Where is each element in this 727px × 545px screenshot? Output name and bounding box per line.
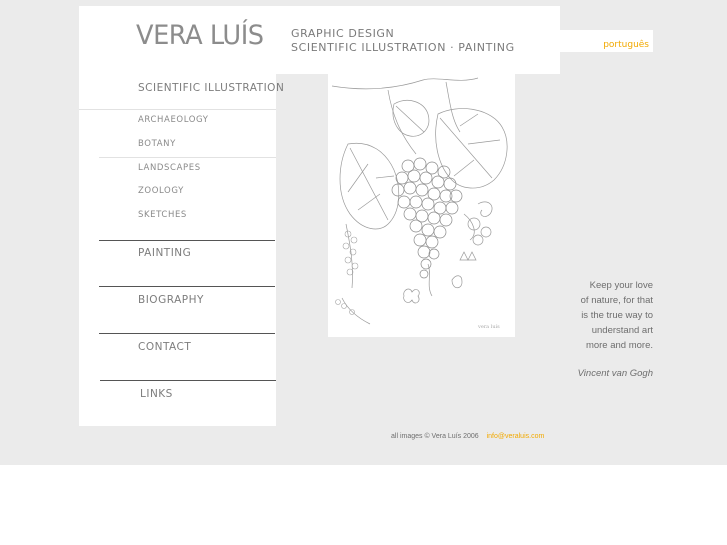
language-link-portuguese[interactable]: português: [603, 40, 649, 50]
nav-painting[interactable]: PAINTING: [138, 247, 191, 259]
site-logo-name[interactable]: VERA LUÍS: [136, 20, 264, 51]
nav-contact[interactable]: CONTACT: [138, 341, 191, 353]
language-switch-panel: português: [560, 30, 653, 52]
nav-sub-zoology[interactable]: ZOOLOGY: [138, 186, 184, 196]
quote-line: understand art: [591, 325, 653, 336]
tagline-line-2: SCIENTIFIC ILLUSTRATION · PAINTING: [291, 41, 515, 54]
tagline-line-1: GRAPHIC DESIGN: [291, 27, 395, 40]
nav-sub-botany[interactable]: BOTANY: [138, 139, 176, 149]
quote-author: Vincent van Gogh: [577, 368, 653, 379]
copyright-text: all images © Vera Luís 2006: [391, 433, 479, 440]
nav-sub-landscapes[interactable]: LANDSCAPES: [138, 163, 201, 173]
nav-sub-sketches[interactable]: SKETCHES: [138, 210, 187, 220]
quote-line: is the true way to: [581, 310, 653, 321]
sidebar-nav: SCIENTIFIC ILLUSTRATION ARCHAEOLOGY BOTA…: [79, 74, 284, 426]
grape-cluster: [391, 157, 463, 279]
grape-vine-drawing: vera luís: [331, 77, 508, 330]
nav-divider: [100, 380, 276, 381]
footer: all images © Vera Luís 2006 info@veralui…: [391, 433, 544, 440]
nav-biography[interactable]: BIOGRAPHY: [138, 294, 204, 306]
site-tagline: GRAPHIC DESIGN SCIENTIFIC ILLUSTRATION ·…: [291, 27, 515, 55]
quote-line: Keep your love: [589, 280, 653, 291]
quote-text: Keep your love of nature, for that is th…: [540, 278, 653, 353]
botanical-illustration: vera luís: [328, 74, 515, 337]
artwork-signature: vera luís: [477, 323, 500, 330]
nav-links[interactable]: LINKS: [140, 388, 173, 400]
nav-divider: [99, 333, 275, 334]
quote-line: more and more.: [585, 340, 653, 351]
nav-divider: [99, 286, 275, 287]
email-link[interactable]: info@veraluis.com: [487, 433, 545, 440]
nav-scientific-illustration[interactable]: SCIENTIFIC ILLUSTRATION: [138, 82, 284, 94]
nav-divider: [79, 109, 276, 110]
nav-divider: [99, 240, 275, 241]
nav-sub-archaeology[interactable]: ARCHAEOLOGY: [138, 115, 209, 125]
nav-divider: [99, 157, 276, 158]
quote-line: of nature, for that: [580, 295, 653, 306]
